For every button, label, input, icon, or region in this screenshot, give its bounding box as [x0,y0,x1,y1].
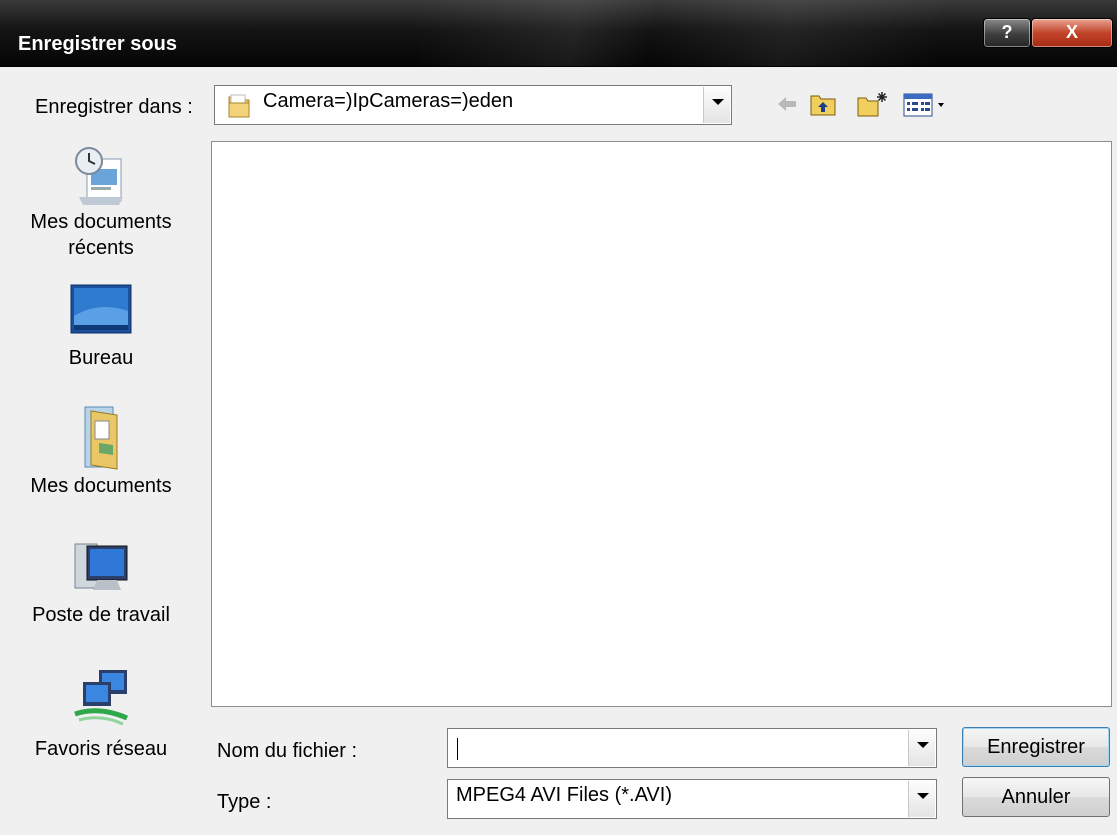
filename-field[interactable] [447,728,937,768]
save-in-label: Enregistrer dans : [35,96,193,118]
sidebar-item-my-documents[interactable]: Mes documents [0,403,202,499]
up-folder-icon[interactable] [808,90,838,118]
network-places-icon [69,666,133,730]
back-arrow-icon[interactable] [774,90,800,118]
save-in-value: Camera=)IpCameras=)eden [263,90,514,112]
chevron-down-icon[interactable] [703,87,730,123]
type-label: Type : [217,791,272,813]
title-bar-sheen [420,0,940,66]
new-folder-icon[interactable] [855,90,889,118]
window-title: Enregistrer sous [18,33,177,55]
sidebar-item-desktop[interactable]: Bureau [0,281,202,371]
my-computer-icon [69,538,133,602]
save-in-dropdown[interactable]: Camera=)IpCameras=)eden [214,85,732,125]
sidebar-label-network-places: Favoris réseau [34,738,168,760]
folder-icon [227,93,251,124]
title-bar: Enregistrer sous ? X [0,0,1117,67]
filename-label: Nom du fichier : [217,740,358,762]
sidebar-item-my-computer[interactable]: Poste de travail [0,538,202,628]
view-menu-icon[interactable] [902,90,948,118]
type-chevron-down-icon[interactable] [908,781,935,817]
filename-chevron-down-icon[interactable] [908,730,935,766]
sidebar-label-my-computer: Poste de travail [32,604,170,626]
recent-documents-icon [69,145,133,209]
save-button[interactable]: Enregistrer [962,727,1110,767]
file-list[interactable] [211,141,1112,707]
places-sidebar: Mes documents récents Bureau Mes documen… [0,133,202,835]
help-button[interactable]: ? [983,18,1031,48]
desktop-icon [69,281,133,345]
my-documents-icon [69,403,133,470]
sidebar-item-recent-documents[interactable]: Mes documents récents [0,145,202,261]
sidebar-label-recent-documents-line2: récents [68,237,134,259]
close-button[interactable]: X [1031,18,1113,48]
sidebar-item-network-places[interactable]: Favoris réseau [0,666,202,762]
text-caret [457,738,458,760]
sidebar-label-desktop: Bureau [68,347,134,369]
sidebar-label-my-documents: Mes documents [30,475,172,497]
type-value: MPEG4 AVI Files (*.AVI) [456,784,672,806]
type-dropdown[interactable]: MPEG4 AVI Files (*.AVI) [447,779,937,819]
sidebar-label-recent-documents: Mes documents [30,211,172,233]
cancel-button[interactable]: Annuler [962,777,1110,817]
